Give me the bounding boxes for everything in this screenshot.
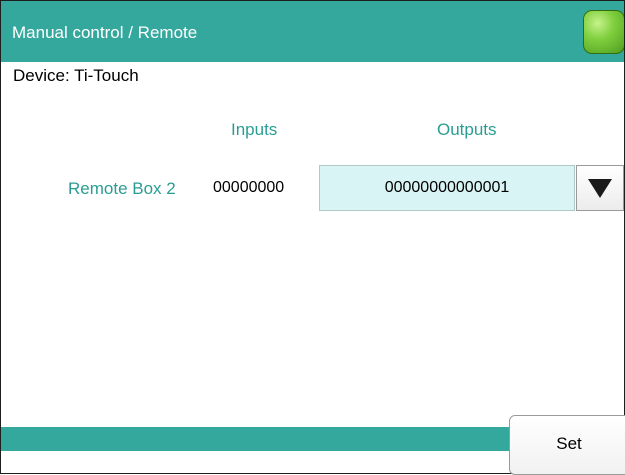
title-bar: Manual control / Remote — [1, 1, 624, 62]
main-window: Manual control / Remote Device: Ti-Touch… — [0, 0, 625, 474]
set-button[interactable]: Set — [509, 415, 625, 475]
outputs-column-header: Outputs — [437, 120, 497, 139]
window-title: Manual control / Remote — [12, 23, 198, 42]
outputs-value-field[interactable]: 00000000000001 — [319, 165, 575, 211]
device-label: Device: Ti-Touch — [13, 66, 139, 85]
set-button-label: Set — [556, 434, 582, 453]
inputs-column-header: Inputs — [231, 120, 278, 139]
inputs-value: 00000000 — [213, 179, 285, 196]
outputs-value-text: 00000000000001 — [384, 179, 510, 196]
status-indicator-icon — [583, 10, 624, 54]
outputs-dropdown-button[interactable] — [576, 165, 624, 211]
triangle-down-icon — [588, 179, 612, 198]
remote-box-label: Remote Box 2 — [68, 179, 176, 198]
